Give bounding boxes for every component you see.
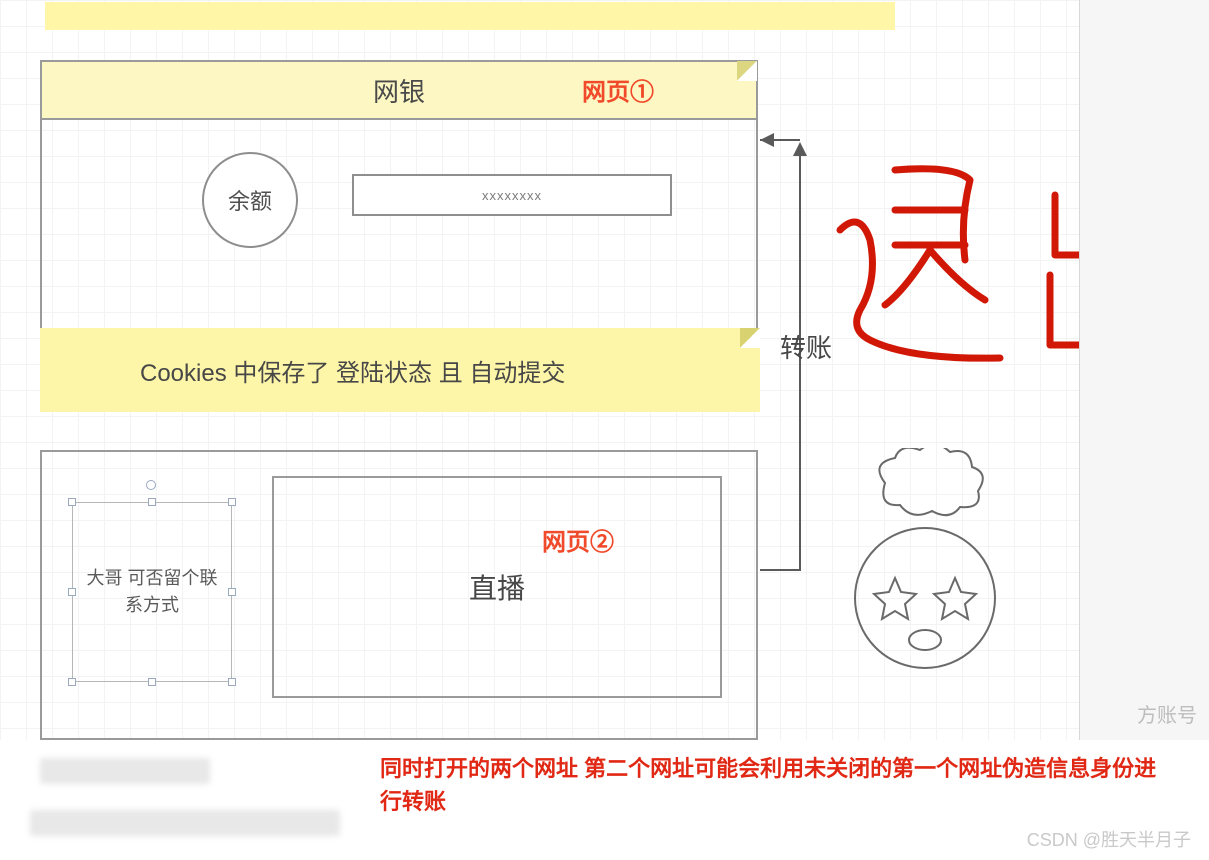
page2-main-title: 直播: [469, 567, 525, 607]
page2-box: 大哥 可否留个联系方式 直播 网页②: [40, 450, 758, 740]
amount-input[interactable]: xxxxxxxx: [352, 174, 672, 216]
selection-handle[interactable]: [228, 588, 236, 596]
balance-circle: 余额: [202, 152, 298, 248]
selection-rotate-handle[interactable]: [146, 480, 156, 490]
balance-label: 余额: [228, 184, 272, 216]
yellow-strip-top: [45, 2, 895, 30]
amount-input-value: xxxxxxxx: [482, 188, 542, 203]
page1-label: 网页①: [582, 72, 654, 107]
blurred-region: [40, 758, 210, 784]
note-fold-corner: [740, 328, 760, 348]
footer-area: 同时打开的两个网址 第二个网址可能会利用未关闭的第一个网址伪造信息身份进行转账 …: [0, 740, 1209, 860]
selection-handle[interactable]: [228, 498, 236, 506]
page1-title: 网银: [373, 72, 425, 109]
selection-handle[interactable]: [228, 678, 236, 686]
note-fold-corner: [737, 61, 757, 81]
page2-main-box: 直播: [272, 476, 722, 698]
selection-handle[interactable]: [148, 498, 156, 506]
diagram-canvas: 网银 网页① 余额 xxxxxxxx Cookies 中保存了 登陆状态 且 自…: [0, 0, 1079, 740]
watermark: CSDN @胜天半月子: [1027, 826, 1191, 852]
selection-handle[interactable]: [68, 678, 76, 686]
right-side-panel: 方账号: [1079, 0, 1209, 740]
page2-label: 网页②: [542, 522, 614, 557]
selection-handle[interactable]: [148, 678, 156, 686]
selection-handle[interactable]: [68, 588, 76, 596]
page2-message-box[interactable]: 大哥 可否留个联系方式: [72, 502, 232, 682]
right-panel-faded-text: 方账号: [1137, 699, 1197, 728]
cookies-banner: Cookies 中保存了 登陆状态 且 自动提交: [40, 328, 760, 412]
blurred-region: [30, 810, 340, 836]
page2-message-text: 大哥 可否留个联系方式: [85, 565, 219, 619]
footer-explanation: 同时打开的两个网址 第二个网址可能会利用未关闭的第一个网址伪造信息身份进行转账: [380, 752, 1160, 818]
selection-handle[interactable]: [68, 498, 76, 506]
cookies-banner-text: Cookies 中保存了 登陆状态 且 自动提交: [140, 353, 565, 388]
transfer-label: 转账: [780, 328, 832, 365]
shocked-face-icon: [830, 448, 1020, 678]
page1-box: 网银 网页① 余额 xxxxxxxx Cookies 中保存了 登陆状态 且 自…: [40, 60, 758, 410]
